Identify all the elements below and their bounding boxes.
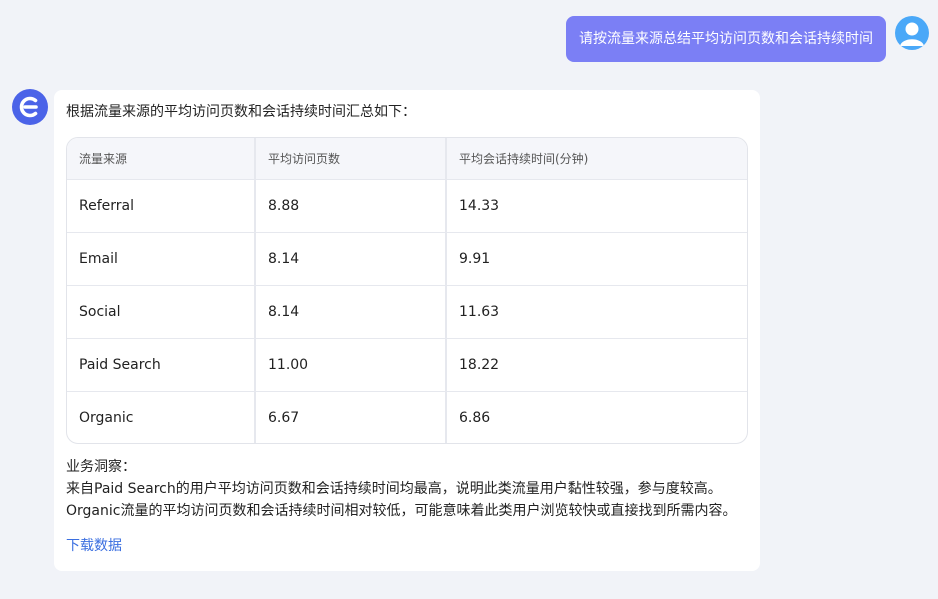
table-cell: 14.33 [446, 179, 747, 233]
summary-table: 流量来源 平均访问页数 平均会话持续时间(分钟) Referral 8.88 1… [66, 137, 748, 444]
table-cell: 6.67 [255, 391, 447, 443]
table-cell: 18.22 [446, 338, 747, 392]
insights-title: 业务洞察： [66, 459, 136, 475]
insight-line: Organic流量的平均访问页数和会话持续时间相对较低，可能意味着此类用户浏览较… [66, 503, 737, 519]
table-cell: Organic [67, 391, 256, 443]
table-header-row: 流量来源 平均访问页数 平均会话持续时间(分钟) [67, 138, 747, 180]
assistant-intro-text: 根据流量来源的平均访问页数和会话持续时间汇总如下： [66, 104, 416, 120]
table-row: Referral 8.88 14.33 [67, 179, 747, 233]
table-cell: 11.63 [446, 285, 747, 339]
table-cell: Email [67, 232, 256, 286]
table-cell: 8.14 [255, 285, 447, 339]
table-cell: Social [67, 285, 256, 339]
user-message-bubble: 请按流量来源总结平均访问页数和会话持续时间 [566, 16, 886, 62]
table-row: Paid Search 11.00 18.22 [67, 338, 747, 392]
user-avatar-icon[interactable] [895, 16, 929, 50]
table-cell: 8.14 [255, 232, 447, 286]
user-message-text: 请按流量来源总结平均访问页数和会话持续时间 [579, 31, 873, 47]
table-cell: 6.86 [459, 409, 491, 426]
download-data-link[interactable]: 下载数据 [66, 535, 122, 557]
table-row: Organic 6.67 6.86 [67, 391, 747, 443]
table-cell: Referral [67, 179, 256, 233]
table-header-cell: 平均会话持续时间(分钟) [446, 138, 747, 180]
insight-line: 来自Paid Search的用户平均访问页数和会话持续时间均最高，说明此类流量用… [66, 481, 722, 497]
assistant-message-card: 根据流量来源的平均访问页数和会话持续时间汇总如下： 流量来源 平均访问页数 平均… [54, 90, 760, 571]
table-cell: Paid Search [67, 338, 256, 392]
table-cell: 11.00 [255, 338, 447, 392]
table-header-cell: 流量来源 [67, 138, 256, 180]
insights-section: 业务洞察： 来自Paid Search的用户平均访问页数和会话持续时间均最高，说… [66, 456, 736, 522]
table-row: Social 8.14 11.63 [67, 285, 747, 339]
bot-logo-icon [12, 89, 48, 125]
table-cell: 9.91 [446, 232, 747, 286]
table-cell: 8.88 [255, 179, 447, 233]
table-header-cell: 平均访问页数 [255, 138, 447, 180]
table-row: Email 8.14 9.91 [67, 232, 747, 286]
